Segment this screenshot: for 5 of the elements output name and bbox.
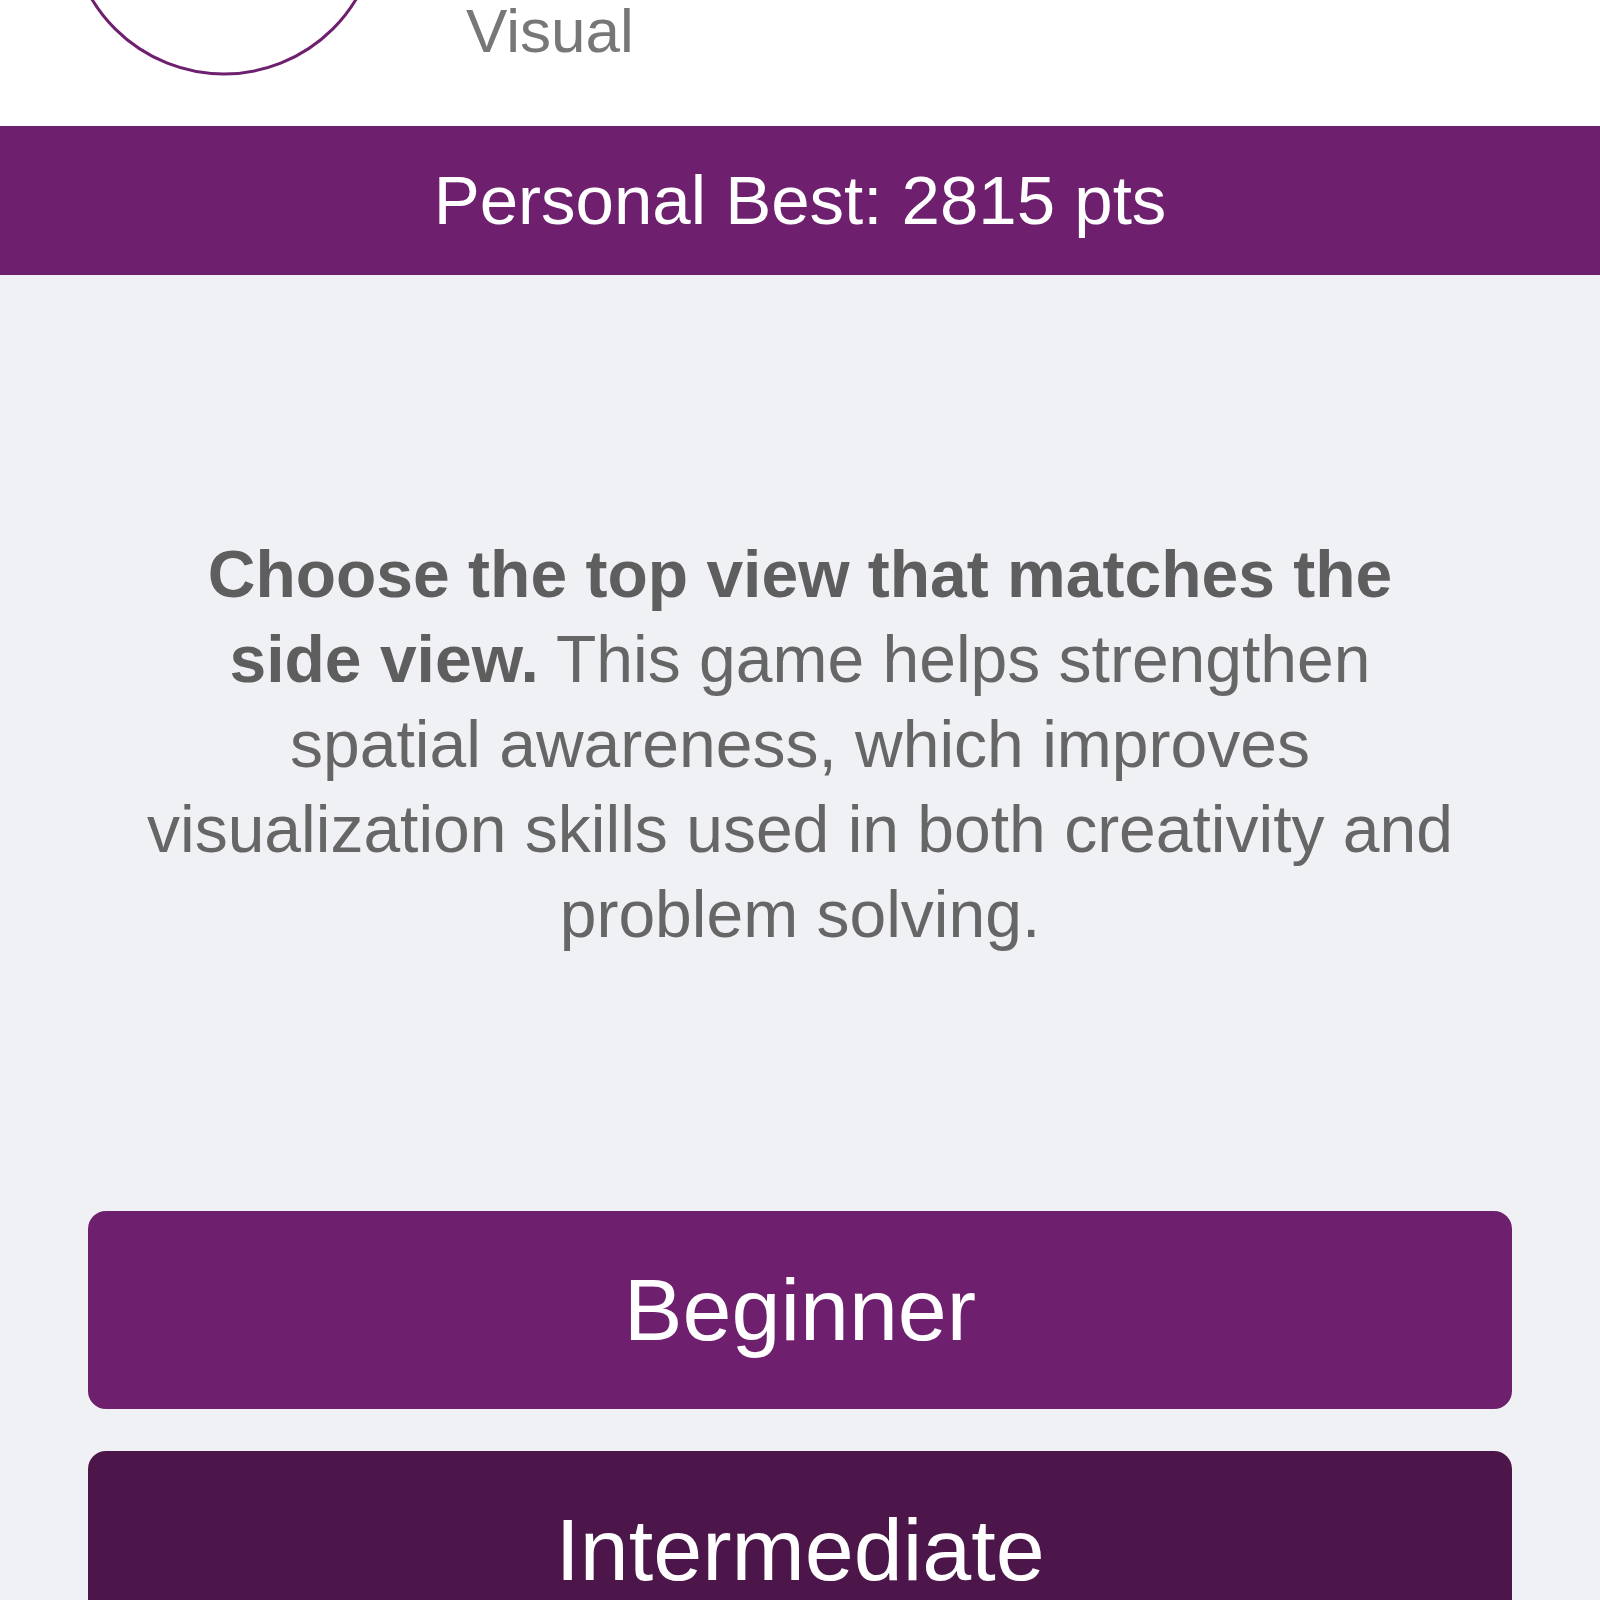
level-button[interactable]: Intermediate — [88, 1451, 1512, 1600]
game-description: Choose the top view that matches the side view. This game helps strengthen spatial awareness, which improves visualization skills used in both creativity and problem solving. — [146, 536, 1454, 953]
category-label: Visual — [466, 0, 634, 62]
personal-best-text: Personal Best: 2815 pts — [433, 160, 1167, 241]
level-button[interactable]: Beginner — [88, 1211, 1512, 1409]
